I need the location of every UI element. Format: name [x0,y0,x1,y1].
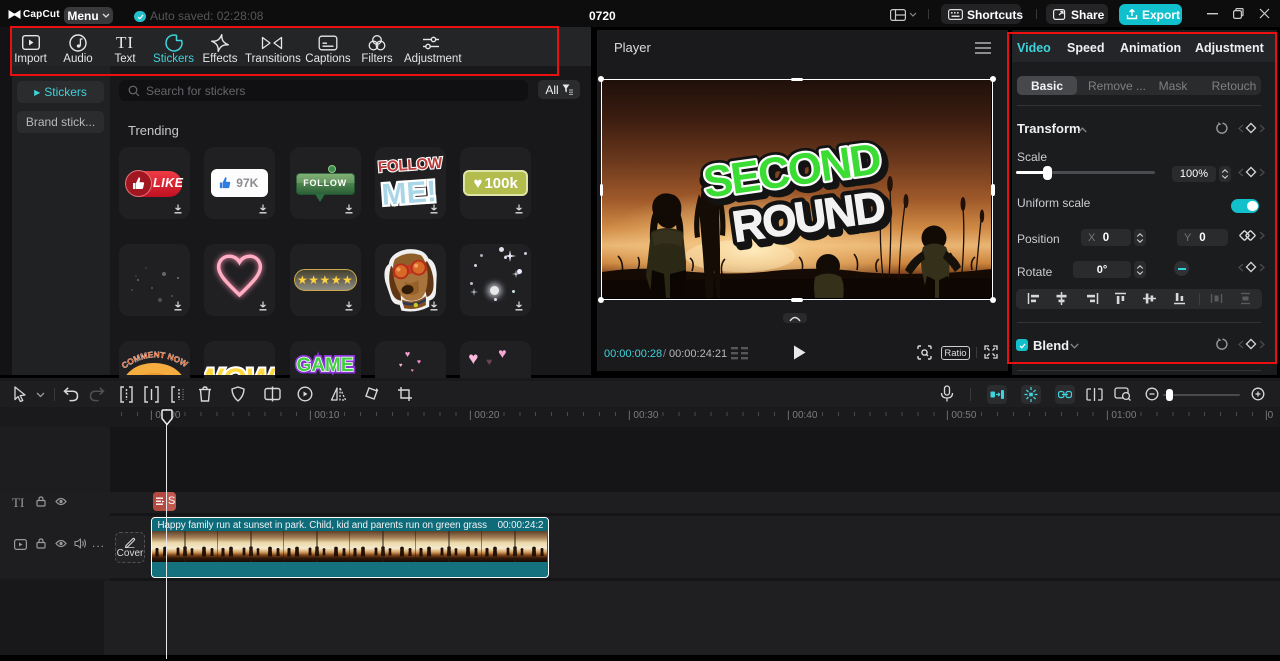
svg-text:GAME: GAME [296,355,353,375]
svg-text:WOW!: WOW! [204,363,275,375]
svg-text:FOLLOW: FOLLOW [377,155,443,176]
